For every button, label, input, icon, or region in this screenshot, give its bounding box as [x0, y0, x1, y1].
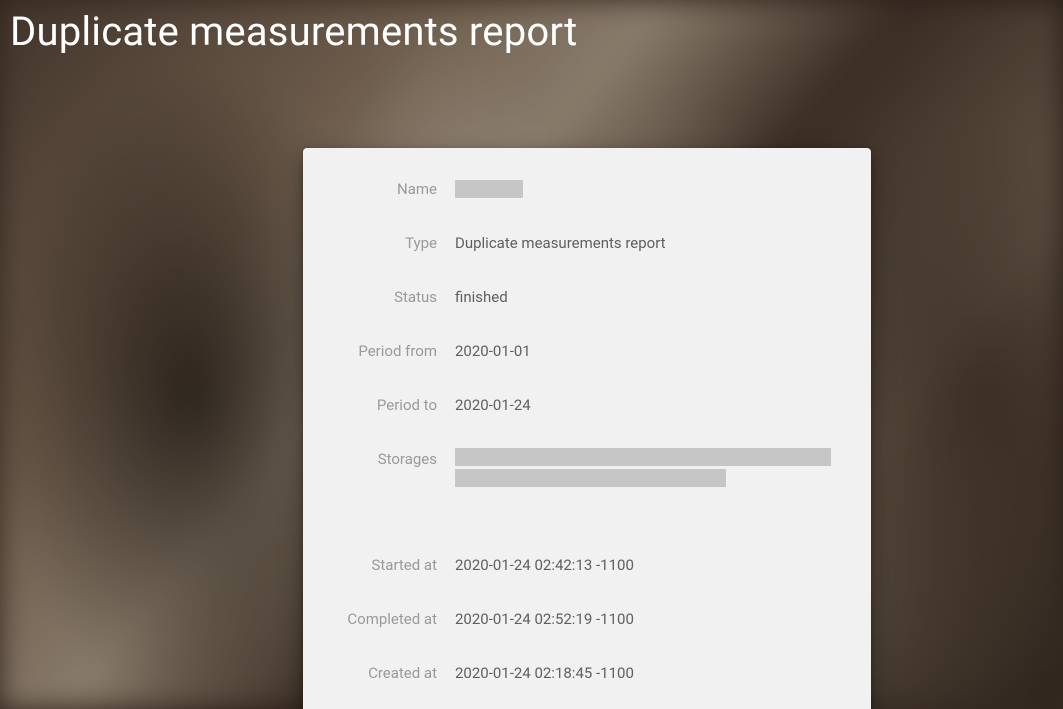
label-created-at: Created at — [325, 662, 455, 682]
value-status: finished — [455, 286, 831, 306]
label-status: Status — [325, 286, 455, 306]
label-storages: Storages — [325, 448, 455, 468]
value-period-to: 2020-01-24 — [455, 394, 831, 414]
row-started-at: Started at 2020-01-24 02:42:13 -1100 — [325, 548, 831, 602]
value-name — [455, 178, 831, 198]
label-started-at: Started at — [325, 554, 455, 574]
value-period-from: 2020-01-01 — [455, 340, 831, 360]
label-period-from: Period from — [325, 340, 455, 360]
label-completed-at: Completed at — [325, 608, 455, 628]
row-period-to: Period to 2020-01-24 — [325, 388, 831, 442]
value-started-at: 2020-01-24 02:42:13 -1100 — [455, 554, 831, 574]
redacted-name — [455, 180, 523, 198]
label-type: Type — [325, 232, 455, 252]
row-storages: Storages — [325, 442, 831, 520]
value-completed-at: 2020-01-24 02:52:19 -1100 — [455, 608, 831, 628]
redacted-storages-line1 — [455, 448, 831, 466]
row-name: Name — [325, 172, 831, 226]
row-type: Type Duplicate measurements report — [325, 226, 831, 280]
value-storages — [455, 448, 831, 487]
value-created-at: 2020-01-24 02:18:45 -1100 — [455, 662, 831, 682]
page-title: Duplicate measurements report — [0, 0, 1063, 55]
row-period-from: Period from 2020-01-01 — [325, 334, 831, 388]
row-status: Status finished — [325, 280, 831, 334]
label-name: Name — [325, 178, 455, 198]
report-detail-card: Name Type Duplicate measurements report … — [303, 148, 871, 709]
row-completed-at: Completed at 2020-01-24 02:52:19 -1100 — [325, 602, 831, 656]
redacted-storages-line2 — [455, 469, 726, 487]
row-created-at: Created at 2020-01-24 02:18:45 -1100 — [325, 656, 831, 686]
label-period-to: Period to — [325, 394, 455, 414]
value-type: Duplicate measurements report — [455, 232, 831, 252]
